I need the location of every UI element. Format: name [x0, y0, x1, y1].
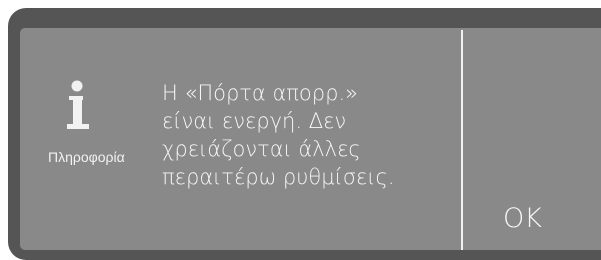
ok-button[interactable]: OK [463, 30, 601, 250]
info-icon [67, 80, 89, 129]
device-display: Πληροφορία Η «Πόρτα απορρ.» είναι ενεργή… [0, 0, 601, 260]
icon-caption: Πληροφορία [48, 149, 125, 165]
ok-label: OK [503, 203, 542, 234]
dialog-message: Η «Πόρτα απορρ.» είναι ενεργή. Δεν χρειά… [162, 81, 395, 189]
